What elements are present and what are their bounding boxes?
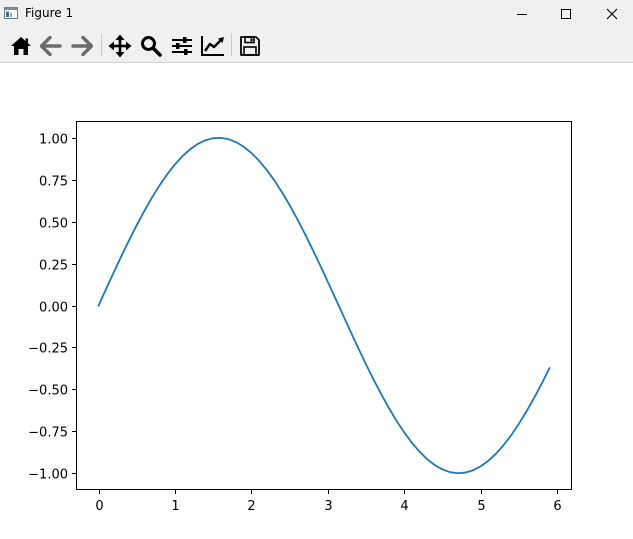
y-tick-label: −0.50 — [28, 384, 68, 399]
trend-line-icon — [201, 36, 224, 56]
move-icon — [108, 34, 132, 58]
figure-app-icon — [4, 7, 18, 19]
close-icon — [606, 8, 618, 20]
forward-button[interactable] — [68, 32, 96, 60]
y-tick-label: 0.75 — [39, 175, 68, 190]
close-button[interactable] — [589, 0, 633, 28]
toolbar-separator — [101, 34, 102, 56]
x-tick-label: 6 — [553, 499, 561, 514]
magnifier-icon — [141, 36, 162, 57]
y-tick-label: −0.25 — [28, 342, 68, 357]
x-tick-label: 3 — [324, 499, 332, 514]
zoom-button[interactable] — [137, 32, 165, 60]
y-tick-label: −0.75 — [28, 426, 68, 441]
title-bar: Figure 1 — [0, 0, 633, 28]
navigation-toolbar — [0, 28, 633, 63]
arrow-right-icon — [71, 36, 93, 56]
x-tick-label: 2 — [247, 499, 255, 514]
pan-button[interactable] — [106, 32, 134, 60]
y-tick-label: 0.00 — [39, 301, 68, 316]
home-icon — [11, 37, 31, 55]
arrow-left-icon — [40, 36, 62, 56]
edit-axes-button[interactable] — [199, 32, 227, 60]
y-tick-label: −1.00 — [28, 468, 68, 483]
x-tick-label: 5 — [477, 499, 485, 514]
y-tick-label: 0.50 — [39, 217, 68, 232]
figure-canvas[interactable]: 0 1 2 3 4 5 6 1.00 0.75 0.50 0.25 0.00 −0.25 −0.50 −0.… — [0, 63, 633, 539]
configure-subplots-button[interactable] — [168, 32, 196, 60]
sliders-icon — [172, 37, 192, 55]
back-button[interactable] — [37, 32, 65, 60]
y-tick-label: 1.00 — [39, 133, 68, 148]
figure-window: Figure 1 0 1 2 3 4 5 6 1.00 0.75 0.50 0.… — [0, 0, 633, 539]
y-tick-label: 0.25 — [39, 259, 68, 274]
x-tick-label: 1 — [171, 499, 179, 514]
line-chart[interactable]: 0 1 2 3 4 5 6 1.00 0.75 0.50 0.25 0.00 −0.25 −0.50 −0.… — [0, 63, 633, 539]
floppy-disk-icon — [240, 36, 260, 56]
maximize-button[interactable] — [543, 0, 589, 28]
x-tick-label: 4 — [400, 499, 408, 514]
minimize-icon — [517, 14, 527, 15]
save-button[interactable] — [236, 32, 264, 60]
minimize-button[interactable] — [499, 0, 545, 28]
home-button[interactable] — [7, 32, 35, 60]
x-tick-label: 0 — [95, 499, 103, 514]
maximize-icon — [561, 9, 571, 19]
toolbar-separator — [231, 34, 232, 56]
axes-frame — [76, 121, 572, 490]
window-title: Figure 1 — [25, 6, 74, 20]
